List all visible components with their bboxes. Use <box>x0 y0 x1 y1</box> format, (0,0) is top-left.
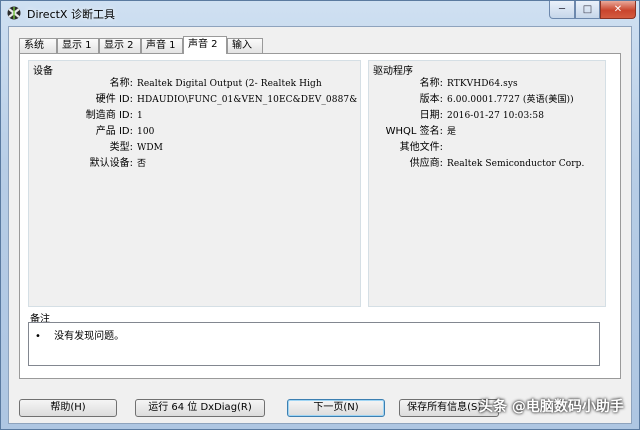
note-item: • 没有发现问题。 <box>35 327 124 342</box>
bullet-icon: • <box>35 331 41 342</box>
tab-sound-1[interactable]: 声音 1 <box>141 38 183 53</box>
hardware-id-value[interactable]: HDAUDIO\FUNC_01&VEN_10EC&DEV_0887&SUBSYS… <box>137 93 357 107</box>
driver-row: 日期: 2016-01-27 10:03:58 <box>369 109 605 123</box>
device-row: 硬件 ID: HDAUDIO\FUNC_01&VEN_10EC&DEV_0887… <box>29 93 360 107</box>
tab-label: 输入 <box>232 40 252 51</box>
next-page-button[interactable]: 下一页(N) <box>287 399 385 417</box>
type-value[interactable]: WDM <box>137 141 357 155</box>
default-device-value[interactable]: 否 <box>137 157 357 171</box>
driver-row: 版本: 6.00.0001.7727 (英语(美国)) <box>369 93 605 107</box>
dialog-body: 系统 显示 1 显示 2 声音 1 声音 2 输入 设备 名称: Realtek… <box>8 26 632 424</box>
device-row: 制造商 ID: 1 <box>29 109 360 123</box>
tab-input[interactable]: 输入 <box>227 38 263 53</box>
field-label: 制造商 ID: <box>85 110 133 121</box>
driver-group: 驱动程序 名称: RTKVHD64.sys 版本: 6.00.0001.7727… <box>368 60 606 307</box>
field-label: 硬件 ID: <box>95 94 133 105</box>
minimize-button[interactable]: ─ <box>549 1 575 19</box>
date-value[interactable]: 2016-01-27 10:03:58 <box>447 109 603 123</box>
tab-system[interactable]: 系统 <box>19 38 57 53</box>
dxdiag-window: DirectX 诊断工具 ─ □ ✕ 系统 显示 1 显示 2 声音 1 声音 … <box>0 0 640 430</box>
driver-row: 其他文件: <box>369 141 605 155</box>
directx-icon <box>7 6 21 20</box>
tab-display-1[interactable]: 显示 1 <box>57 38 99 53</box>
field-label: 版本: <box>419 94 443 105</box>
maximize-button[interactable]: □ <box>575 1 600 19</box>
device-name-value[interactable]: Realtek Digital Output (2- Realtek High <box>137 77 357 91</box>
close-icon: ✕ <box>613 4 623 15</box>
tab-sound-2[interactable]: 声音 2 <box>183 36 227 54</box>
version-value[interactable]: 6.00.0001.7727 (英语(美国)) <box>447 93 603 107</box>
driver-row: WHQL 签名: 是 <box>369 125 605 139</box>
run-64bit-dxdiag-button[interactable]: 运行 64 位 DxDiag(R) <box>135 399 265 417</box>
close-button[interactable]: ✕ <box>600 1 636 19</box>
device-row: 产品 ID: 100 <box>29 125 360 139</box>
tab-label: 显示 1 <box>62 40 92 51</box>
field-label: 产品 ID: <box>95 126 133 137</box>
whql-signed-value[interactable]: 是 <box>447 125 603 139</box>
minimize-icon: ─ <box>558 4 566 15</box>
tab-display-2[interactable]: 显示 2 <box>99 38 141 53</box>
title-bar[interactable]: DirectX 诊断工具 ─ □ ✕ <box>1 1 639 25</box>
field-label: 日期: <box>419 110 443 121</box>
field-label: 类型: <box>109 142 133 153</box>
device-group: 设备 名称: Realtek Digital Output (2- Realte… <box>28 60 361 307</box>
manufacturer-id-value[interactable]: 1 <box>137 109 357 123</box>
device-row: 名称: Realtek Digital Output (2- Realtek H… <box>29 77 360 91</box>
field-label: 名称: <box>109 78 133 89</box>
tab-panel: 设备 名称: Realtek Digital Output (2- Realte… <box>19 53 621 379</box>
driver-name-value[interactable]: RTKVHD64.sys <box>447 77 603 91</box>
provider-value[interactable]: Realtek Semiconductor Corp. <box>447 157 603 171</box>
watermark-text: 头条 @电脑数码小助手 <box>479 399 624 415</box>
field-label: 供应商: <box>409 158 443 169</box>
product-id-value[interactable]: 100 <box>137 125 357 139</box>
device-row: 类型: WDM <box>29 141 360 155</box>
field-label: WHQL 签名: <box>385 126 443 137</box>
field-label: 名称: <box>419 78 443 89</box>
notes-box[interactable]: • 没有发现问题。 <box>28 322 600 366</box>
driver-row: 名称: RTKVHD64.sys <box>369 77 605 91</box>
maximize-icon: □ <box>582 4 593 15</box>
field-label: 其他文件: <box>399 142 443 153</box>
window-title: DirectX 诊断工具 <box>27 8 115 21</box>
driver-row: 供应商: Realtek Semiconductor Corp. <box>369 157 605 171</box>
tab-label: 显示 2 <box>104 40 134 51</box>
tab-label: 声音 2 <box>188 39 218 50</box>
tab-label: 系统 <box>24 40 44 51</box>
help-button[interactable]: 帮助(H) <box>19 399 117 417</box>
tab-label: 声音 1 <box>146 40 176 51</box>
device-row: 默认设备: 否 <box>29 157 360 171</box>
driver-group-title: 驱动程序 <box>373 66 413 77</box>
note-text: 没有发现问题。 <box>54 331 125 342</box>
field-label: 默认设备: <box>89 158 133 169</box>
device-group-title: 设备 <box>33 66 53 77</box>
